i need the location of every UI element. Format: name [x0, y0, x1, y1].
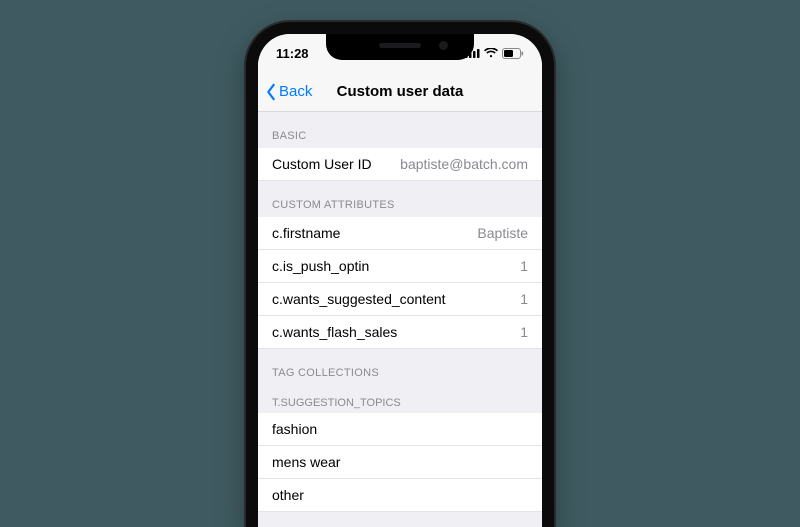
section-header-tags: TAG COLLECTIONS [258, 349, 542, 385]
table-row[interactable]: c.wants_flash_sales 1 [258, 316, 542, 349]
cell-label: Custom User ID [272, 156, 372, 172]
cell-label: other [272, 487, 304, 503]
section-header-basic: BASIC [258, 112, 542, 148]
cell-value: baptiste@batch.com [400, 156, 528, 172]
cell-value: 1 [520, 324, 528, 340]
table-row[interactable]: fashion [258, 413, 542, 446]
section-header-attributes: CUSTOM ATTRIBUTES [258, 181, 542, 217]
cell-label: c.wants_flash_sales [272, 324, 397, 340]
cell-value: 1 [520, 291, 528, 307]
screen: 11:28 [258, 34, 542, 527]
cell-label: c.is_push_optin [272, 258, 369, 274]
table-row[interactable]: c.is_push_optin 1 [258, 250, 542, 283]
nav-bar: Back Custom user data [258, 72, 542, 112]
cell-label: fashion [272, 421, 317, 437]
cell-label: c.wants_suggested_content [272, 291, 446, 307]
section-subheader-tags: T.SUGGESTION_TOPICS [258, 385, 542, 413]
table-row[interactable]: Custom User ID baptiste@batch.com [258, 148, 542, 181]
cell-value: 1 [520, 258, 528, 274]
cell-label: mens wear [272, 454, 340, 470]
chevron-left-icon [264, 83, 278, 101]
battery-icon [502, 48, 524, 59]
table-row[interactable]: c.wants_suggested_content 1 [258, 283, 542, 316]
table-row[interactable]: mens wear [258, 446, 542, 479]
page-title: Custom user data [337, 83, 464, 100]
cell-value: Baptiste [477, 225, 528, 241]
wifi-icon [484, 48, 498, 58]
back-button[interactable]: Back [264, 72, 312, 111]
cell-label: c.firstname [272, 225, 340, 241]
phone-frame: 11:28 [246, 22, 554, 527]
table-row[interactable]: other [258, 479, 542, 512]
table-row[interactable]: c.firstname Baptiste [258, 217, 542, 250]
notch [326, 34, 474, 60]
back-label: Back [279, 83, 312, 100]
